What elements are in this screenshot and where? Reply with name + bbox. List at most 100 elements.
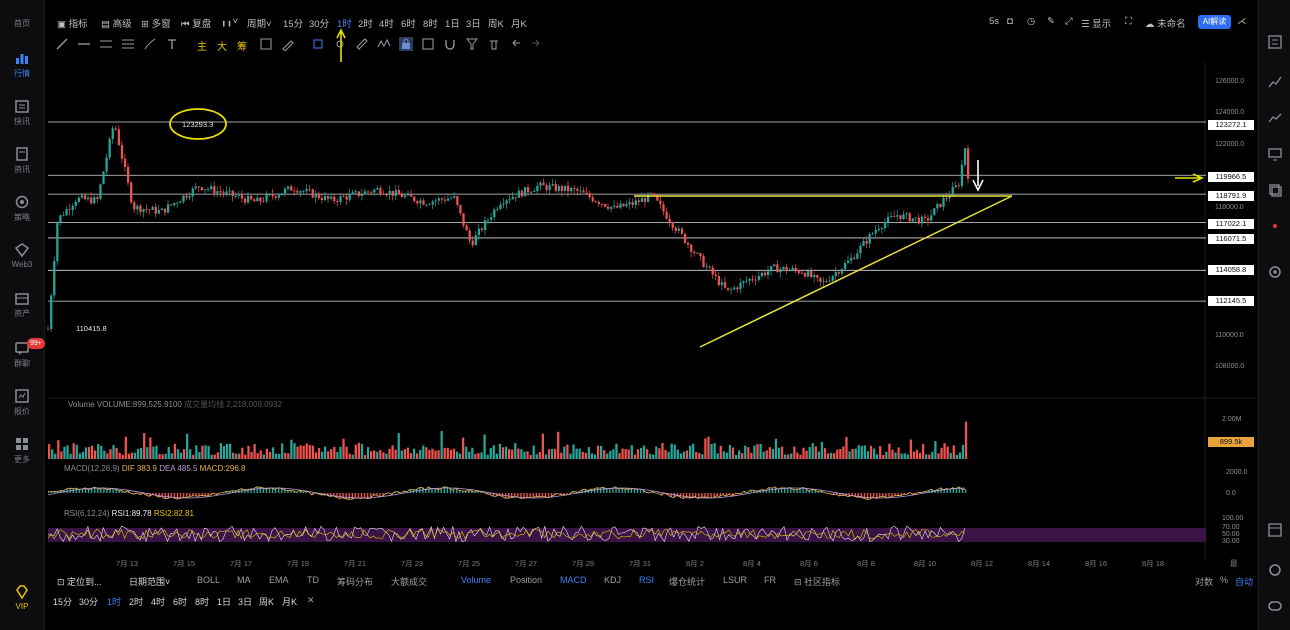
- indicator-td[interactable]: TD: [307, 575, 319, 585]
- volume-bar: [471, 447, 474, 459]
- volume-bar: [428, 449, 431, 459]
- candle-body: [373, 189, 376, 193]
- volume-bar: [373, 450, 376, 459]
- percent-scale-toggle[interactable]: %: [1220, 575, 1228, 585]
- candle-body: [653, 193, 656, 196]
- candle-body: [576, 188, 579, 191]
- candle-body: [843, 263, 847, 270]
- indicator-ma[interactable]: MA: [237, 575, 251, 585]
- volume-bar: [854, 448, 857, 459]
- candle-body: [890, 216, 893, 217]
- date-range-dropdown[interactable]: 日期范围˅: [129, 575, 170, 588]
- volume-bar: [652, 454, 655, 459]
- candle-body: [807, 271, 810, 277]
- volume-bar: [630, 445, 633, 459]
- candle-body: [917, 217, 921, 224]
- volume-bar: [667, 451, 670, 459]
- candle-body: [179, 201, 182, 203]
- candle-body: [671, 222, 674, 228]
- quick-interval-1h[interactable]: 1时: [107, 595, 121, 608]
- community-indicator-button[interactable]: ⊟ 社区指标: [794, 575, 840, 588]
- candle-body: [643, 198, 647, 202]
- volume-bar: [701, 454, 704, 459]
- candle-body: [527, 187, 530, 193]
- candle-body: [459, 204, 462, 214]
- volume-bar: [103, 450, 106, 459]
- locate-button[interactable]: ⊡ 定位到...: [57, 575, 102, 588]
- candle-body: [883, 222, 887, 228]
- price-chart[interactable]: [0, 0, 1290, 630]
- indicator-chip-dist[interactable]: 筹码分布: [337, 575, 373, 588]
- volume-bar: [75, 444, 78, 459]
- quick-interval-8h[interactable]: 8时: [195, 595, 209, 608]
- volume-bar: [814, 446, 817, 459]
- candle-body: [520, 190, 524, 197]
- macd-dea: DEA 485.5: [159, 464, 198, 473]
- macd-histogram-bar: [176, 493, 179, 500]
- volume-bar: [511, 449, 514, 459]
- quick-interval-3d[interactable]: 3日: [238, 595, 252, 608]
- indicator-large-trade[interactable]: 大额成交: [391, 575, 427, 588]
- volume-bar: [692, 443, 695, 459]
- volume-value: VOLUME:899,525.9100: [96, 400, 182, 409]
- volume-bar: [265, 448, 268, 459]
- macd-histogram-bar: [777, 489, 780, 493]
- candle-body: [942, 197, 945, 207]
- volume-bar: [287, 453, 290, 459]
- volume-bar: [268, 452, 272, 459]
- candle-body: [394, 189, 397, 196]
- volume-bar: [302, 445, 305, 459]
- candle-body: [773, 264, 776, 267]
- volume-bar: [670, 443, 673, 459]
- macd-histogram-bar: [109, 489, 111, 493]
- log-scale-toggle[interactable]: 对数: [1195, 575, 1213, 588]
- quick-interval-month[interactable]: 月K: [282, 595, 297, 608]
- candle-body: [450, 197, 453, 199]
- indicator-ema[interactable]: EMA: [269, 575, 289, 585]
- candle-body: [717, 276, 721, 286]
- candle-body: [151, 207, 154, 210]
- indicator-volume[interactable]: Volume: [461, 575, 491, 585]
- quick-interval-week[interactable]: 周K: [259, 595, 274, 608]
- annotations: [169, 28, 1204, 348]
- candle-body: [176, 202, 179, 204]
- quick-interval-6h[interactable]: 6时: [173, 595, 187, 608]
- indicator-kdj[interactable]: KDJ: [604, 575, 621, 585]
- macd-histogram-bar: [170, 493, 173, 497]
- volume-bar: [201, 445, 204, 459]
- indicator-liquidation[interactable]: 爆仓统计: [669, 575, 705, 588]
- auto-scale-toggle[interactable]: 自动: [1235, 575, 1253, 588]
- macd-histogram-bar: [784, 487, 786, 493]
- volume-bar: [762, 451, 765, 459]
- community-label: 社区指标: [804, 577, 841, 587]
- volume-bar: [106, 453, 109, 459]
- quick-interval-2h[interactable]: 2时: [129, 595, 143, 608]
- quick-interval-4h[interactable]: 4时: [151, 595, 165, 608]
- candle-body: [905, 213, 908, 215]
- volume-bar: [826, 453, 830, 459]
- indicator-position[interactable]: Position: [510, 575, 542, 585]
- close-icon[interactable]: ✕: [307, 595, 315, 606]
- indicator-lsur[interactable]: LSUR: [723, 575, 747, 585]
- macd-histogram-bar: [596, 487, 599, 493]
- quick-interval-1d[interactable]: 1日: [217, 595, 231, 608]
- rsi-axis-30: 30.00: [1222, 538, 1240, 545]
- quick-interval-30m[interactable]: 30分: [79, 595, 98, 608]
- candle-body: [874, 229, 877, 234]
- macd-histogram-bar: [627, 488, 629, 493]
- macd-histogram-bar: [606, 488, 608, 493]
- indicator-fr[interactable]: FR: [764, 575, 776, 585]
- quick-interval-15m[interactable]: 15分: [53, 595, 72, 608]
- indicator-macd[interactable]: MACD: [560, 575, 587, 585]
- volume-bar: [72, 443, 75, 459]
- volume-bar: [342, 438, 345, 459]
- candle-body: [914, 217, 917, 219]
- macd-histogram-bar: [964, 489, 967, 493]
- rsi-1: RSI1:89.78: [111, 509, 152, 518]
- indicator-rsi[interactable]: RSI: [639, 575, 654, 585]
- volume-bar: [391, 445, 394, 459]
- volume-bar: [520, 449, 523, 459]
- indicator-boll[interactable]: BOLL: [197, 575, 220, 585]
- date-tick: 7月 29: [572, 559, 595, 568]
- date-tick: 7月 27: [515, 559, 538, 568]
